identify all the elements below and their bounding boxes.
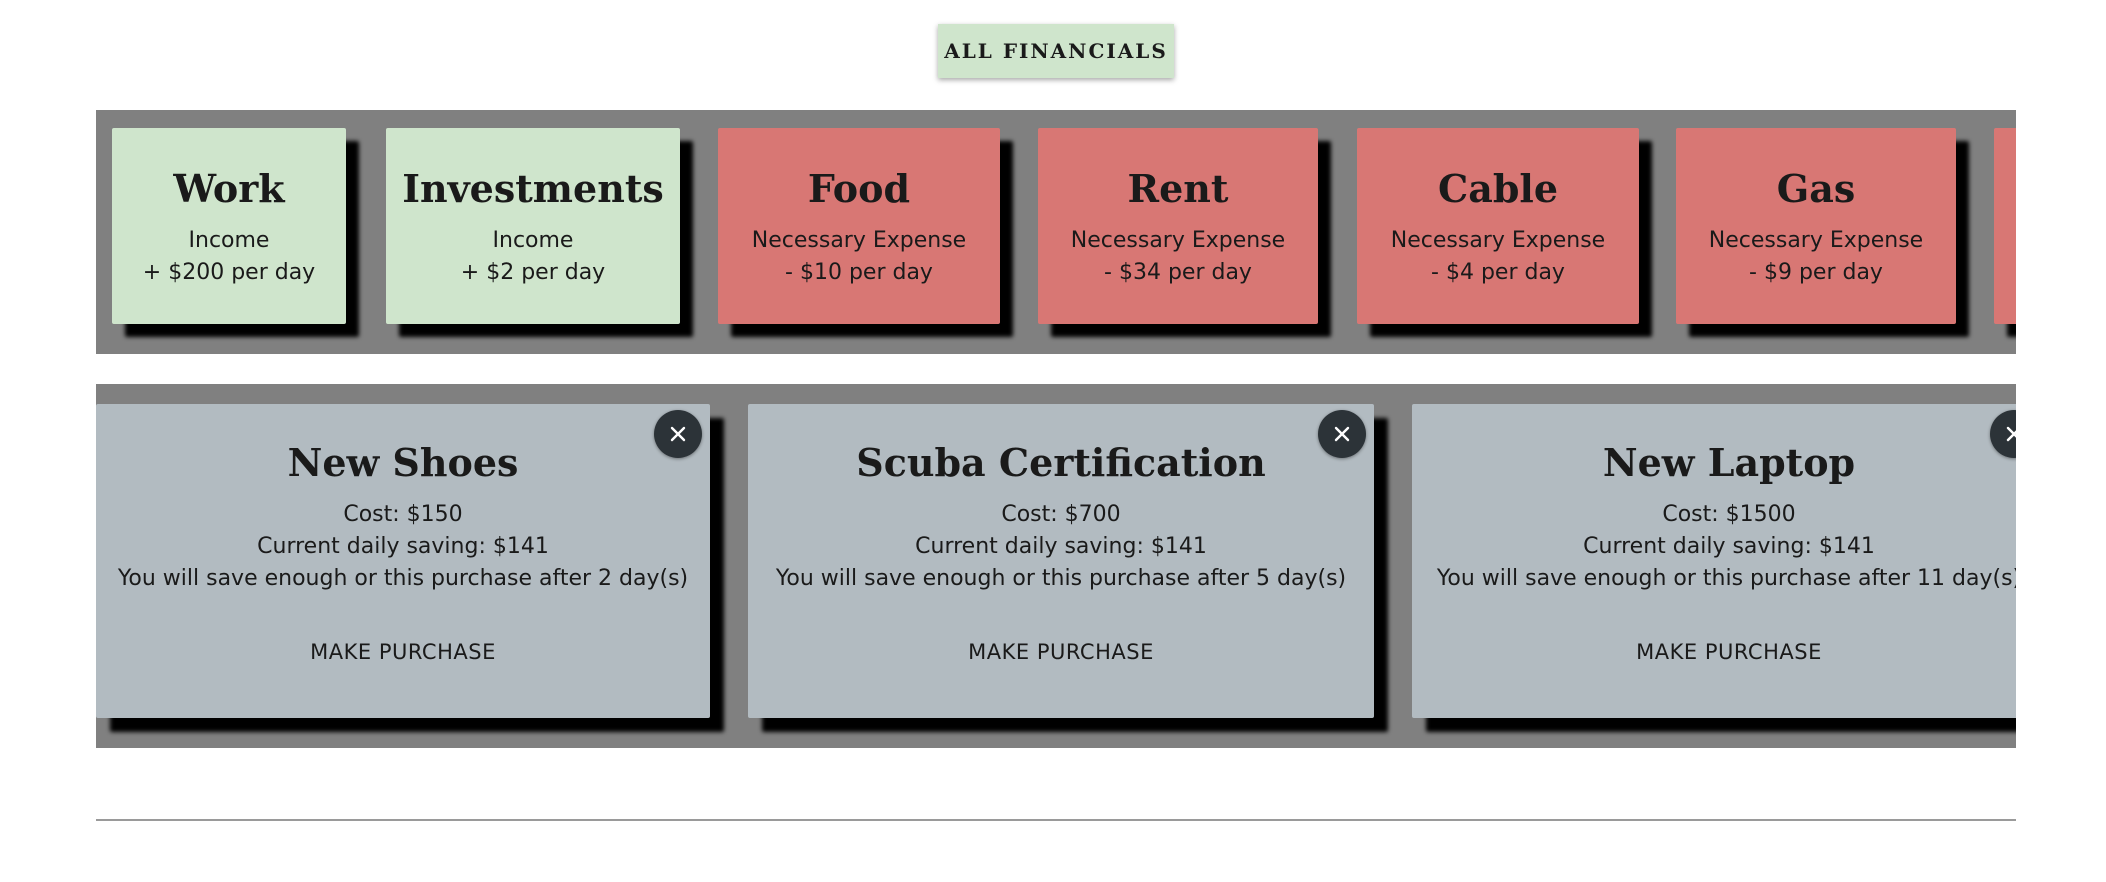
purchase-eta: You will save enough or this purchase af… xyxy=(775,566,1347,591)
financial-title: Rent xyxy=(1127,166,1229,211)
all-financials-button[interactable]: ALL FINANCIALS xyxy=(938,24,1174,78)
financial-card-food[interactable]: Food Necessary Expense - $10 per day xyxy=(718,128,1000,324)
purchase-cost: Cost: $700 xyxy=(1001,502,1121,527)
purchase-card-new-laptop: New Laptop Cost: $1500 Current daily sav… xyxy=(1412,404,2016,718)
close-icon xyxy=(1334,426,1350,442)
financial-card-partial[interactable] xyxy=(1994,128,2016,324)
make-purchase-button[interactable]: MAKE PURCHASE xyxy=(748,640,1374,664)
financial-amount: - $10 per day xyxy=(785,260,933,285)
financial-card-work[interactable]: Work Income + $200 per day xyxy=(112,128,346,324)
financial-amount: - $9 per day xyxy=(1749,260,1883,285)
financial-title: Work xyxy=(173,166,285,211)
financial-amount: + $200 per day xyxy=(142,260,316,285)
financial-amount: + $2 per day xyxy=(460,260,606,285)
financial-card-rent[interactable]: Rent Necessary Expense - $34 per day xyxy=(1038,128,1318,324)
purchase-cost: Cost: $1500 xyxy=(1662,502,1796,527)
financial-title: Food xyxy=(807,166,911,211)
purchase-eta: You will save enough or this purchase af… xyxy=(1436,566,2016,591)
purchase-cost: Cost: $150 xyxy=(343,502,463,527)
divider xyxy=(96,819,2016,821)
financial-type: Necessary Expense xyxy=(1708,228,1924,253)
financial-card-gas[interactable]: Gas Necessary Expense - $9 per day xyxy=(1676,128,1956,324)
purchase-daily-saving: Current daily saving: $141 xyxy=(915,534,1207,559)
financial-title: Cable xyxy=(1437,166,1559,211)
close-icon xyxy=(2006,426,2016,442)
purchase-card-new-shoes: New Shoes Cost: $150 Current daily savin… xyxy=(96,404,710,718)
make-purchase-button[interactable]: MAKE PURCHASE xyxy=(96,640,710,664)
purchase-eta: You will save enough or this purchase af… xyxy=(117,566,689,591)
financial-title: Investments xyxy=(402,166,664,211)
financial-card-cable[interactable]: Cable Necessary Expense - $4 per day xyxy=(1357,128,1639,324)
financial-type: Necessary Expense xyxy=(751,228,967,253)
financial-type: Income xyxy=(492,228,574,253)
financial-amount: - $34 per day xyxy=(1104,260,1252,285)
financial-card-investments[interactable]: Investments Income + $2 per day xyxy=(386,128,680,324)
financial-type: Necessary Expense xyxy=(1070,228,1286,253)
purchases-strip[interactable]: New Shoes Cost: $150 Current daily savin… xyxy=(96,384,2016,748)
financial-title: Gas xyxy=(1776,166,1856,211)
make-purchase-button[interactable]: MAKE PURCHASE xyxy=(1412,640,2016,664)
financial-type: Income xyxy=(188,228,270,253)
close-icon xyxy=(670,426,686,442)
close-button[interactable] xyxy=(654,410,702,458)
financials-strip[interactable]: Work Income + $200 per day Investments I… xyxy=(96,110,2016,354)
financial-amount: - $4 per day xyxy=(1431,260,1565,285)
purchase-title: New Shoes xyxy=(287,440,519,485)
purchase-daily-saving: Current daily saving: $141 xyxy=(257,534,549,559)
purchase-daily-saving: Current daily saving: $141 xyxy=(1583,534,1875,559)
financial-type: Necessary Expense xyxy=(1390,228,1606,253)
purchase-title: Scuba Certification xyxy=(856,440,1266,485)
purchase-title: New Laptop xyxy=(1602,440,1856,485)
close-button[interactable] xyxy=(1318,410,1366,458)
purchase-card-scuba-certification: Scuba Certification Cost: $700 Current d… xyxy=(748,404,1374,718)
